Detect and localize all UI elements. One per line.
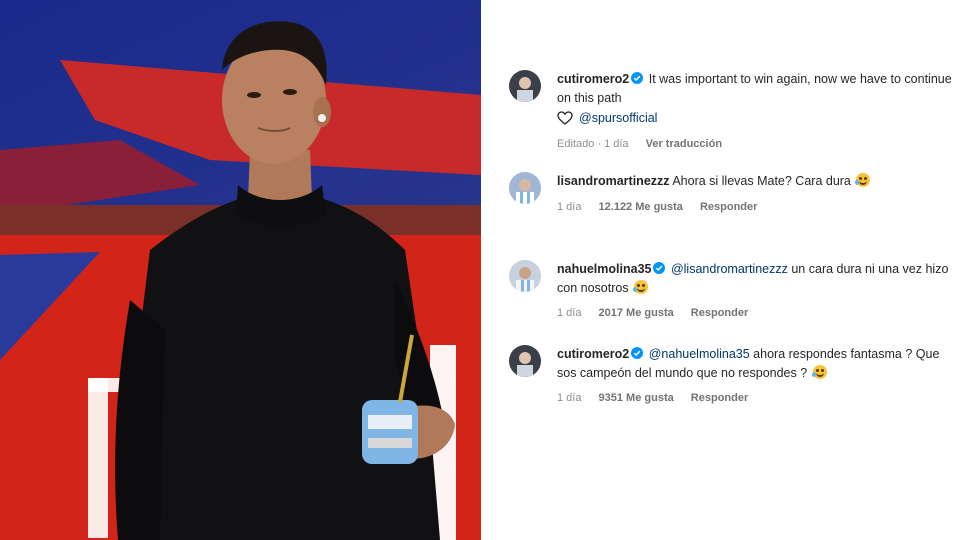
see-translation-link[interactable]: Ver traducción: [646, 138, 722, 150]
heart-icon[interactable]: [557, 111, 573, 126]
mention-link[interactable]: @lisandromartinezzz: [671, 262, 788, 276]
verified-badge-icon: [631, 347, 644, 359]
user-avatar-icon: [509, 172, 541, 204]
mention-link[interactable]: @nahuelmolina35: [649, 347, 750, 361]
laughing-emoji-icon: [855, 173, 871, 187]
comments-panel: cutiromero2 It was important to win agai…: [481, 0, 960, 540]
laughing-emoji-icon: [811, 364, 827, 379]
avatar[interactable]: [509, 260, 541, 292]
comment-time: 1 día: [557, 307, 582, 319]
user-avatar-icon: [509, 345, 541, 377]
avatar[interactable]: [509, 70, 541, 102]
reply-button[interactable]: Responder: [691, 392, 748, 404]
verified-badge-icon: [653, 262, 666, 274]
tagged-account-link[interactable]: @spursofficial: [579, 109, 657, 128]
comment-time: 1 día: [557, 392, 582, 404]
likes-count[interactable]: 12.122 Me gusta: [599, 201, 683, 213]
username[interactable]: cutiromero2: [557, 347, 629, 361]
username[interactable]: lisandromartinezzz: [557, 174, 670, 188]
reply-button[interactable]: Responder: [700, 201, 757, 213]
likes-count[interactable]: 9351 Me gusta: [599, 392, 674, 404]
player-photo: [0, 0, 481, 540]
avatar[interactable]: [509, 172, 541, 204]
user-avatar-icon: [509, 70, 541, 102]
likes-count[interactable]: 2017 Me gusta: [599, 307, 674, 319]
comment-text: Ahora si llevas Mate? Cara dura: [672, 174, 851, 188]
username[interactable]: cutiromero2: [557, 72, 629, 86]
avatar[interactable]: [509, 345, 541, 377]
reply-button[interactable]: Responder: [691, 307, 748, 319]
user-avatar-icon: [509, 260, 541, 292]
laughing-emoji-icon: [633, 279, 649, 294]
username[interactable]: nahuelmolina35: [557, 262, 651, 276]
comment-time: 1 día: [557, 200, 582, 213]
edited-timestamp: Editado · 1 día: [557, 137, 629, 150]
verified-badge-icon: [631, 72, 644, 84]
post-photo: [0, 0, 481, 540]
